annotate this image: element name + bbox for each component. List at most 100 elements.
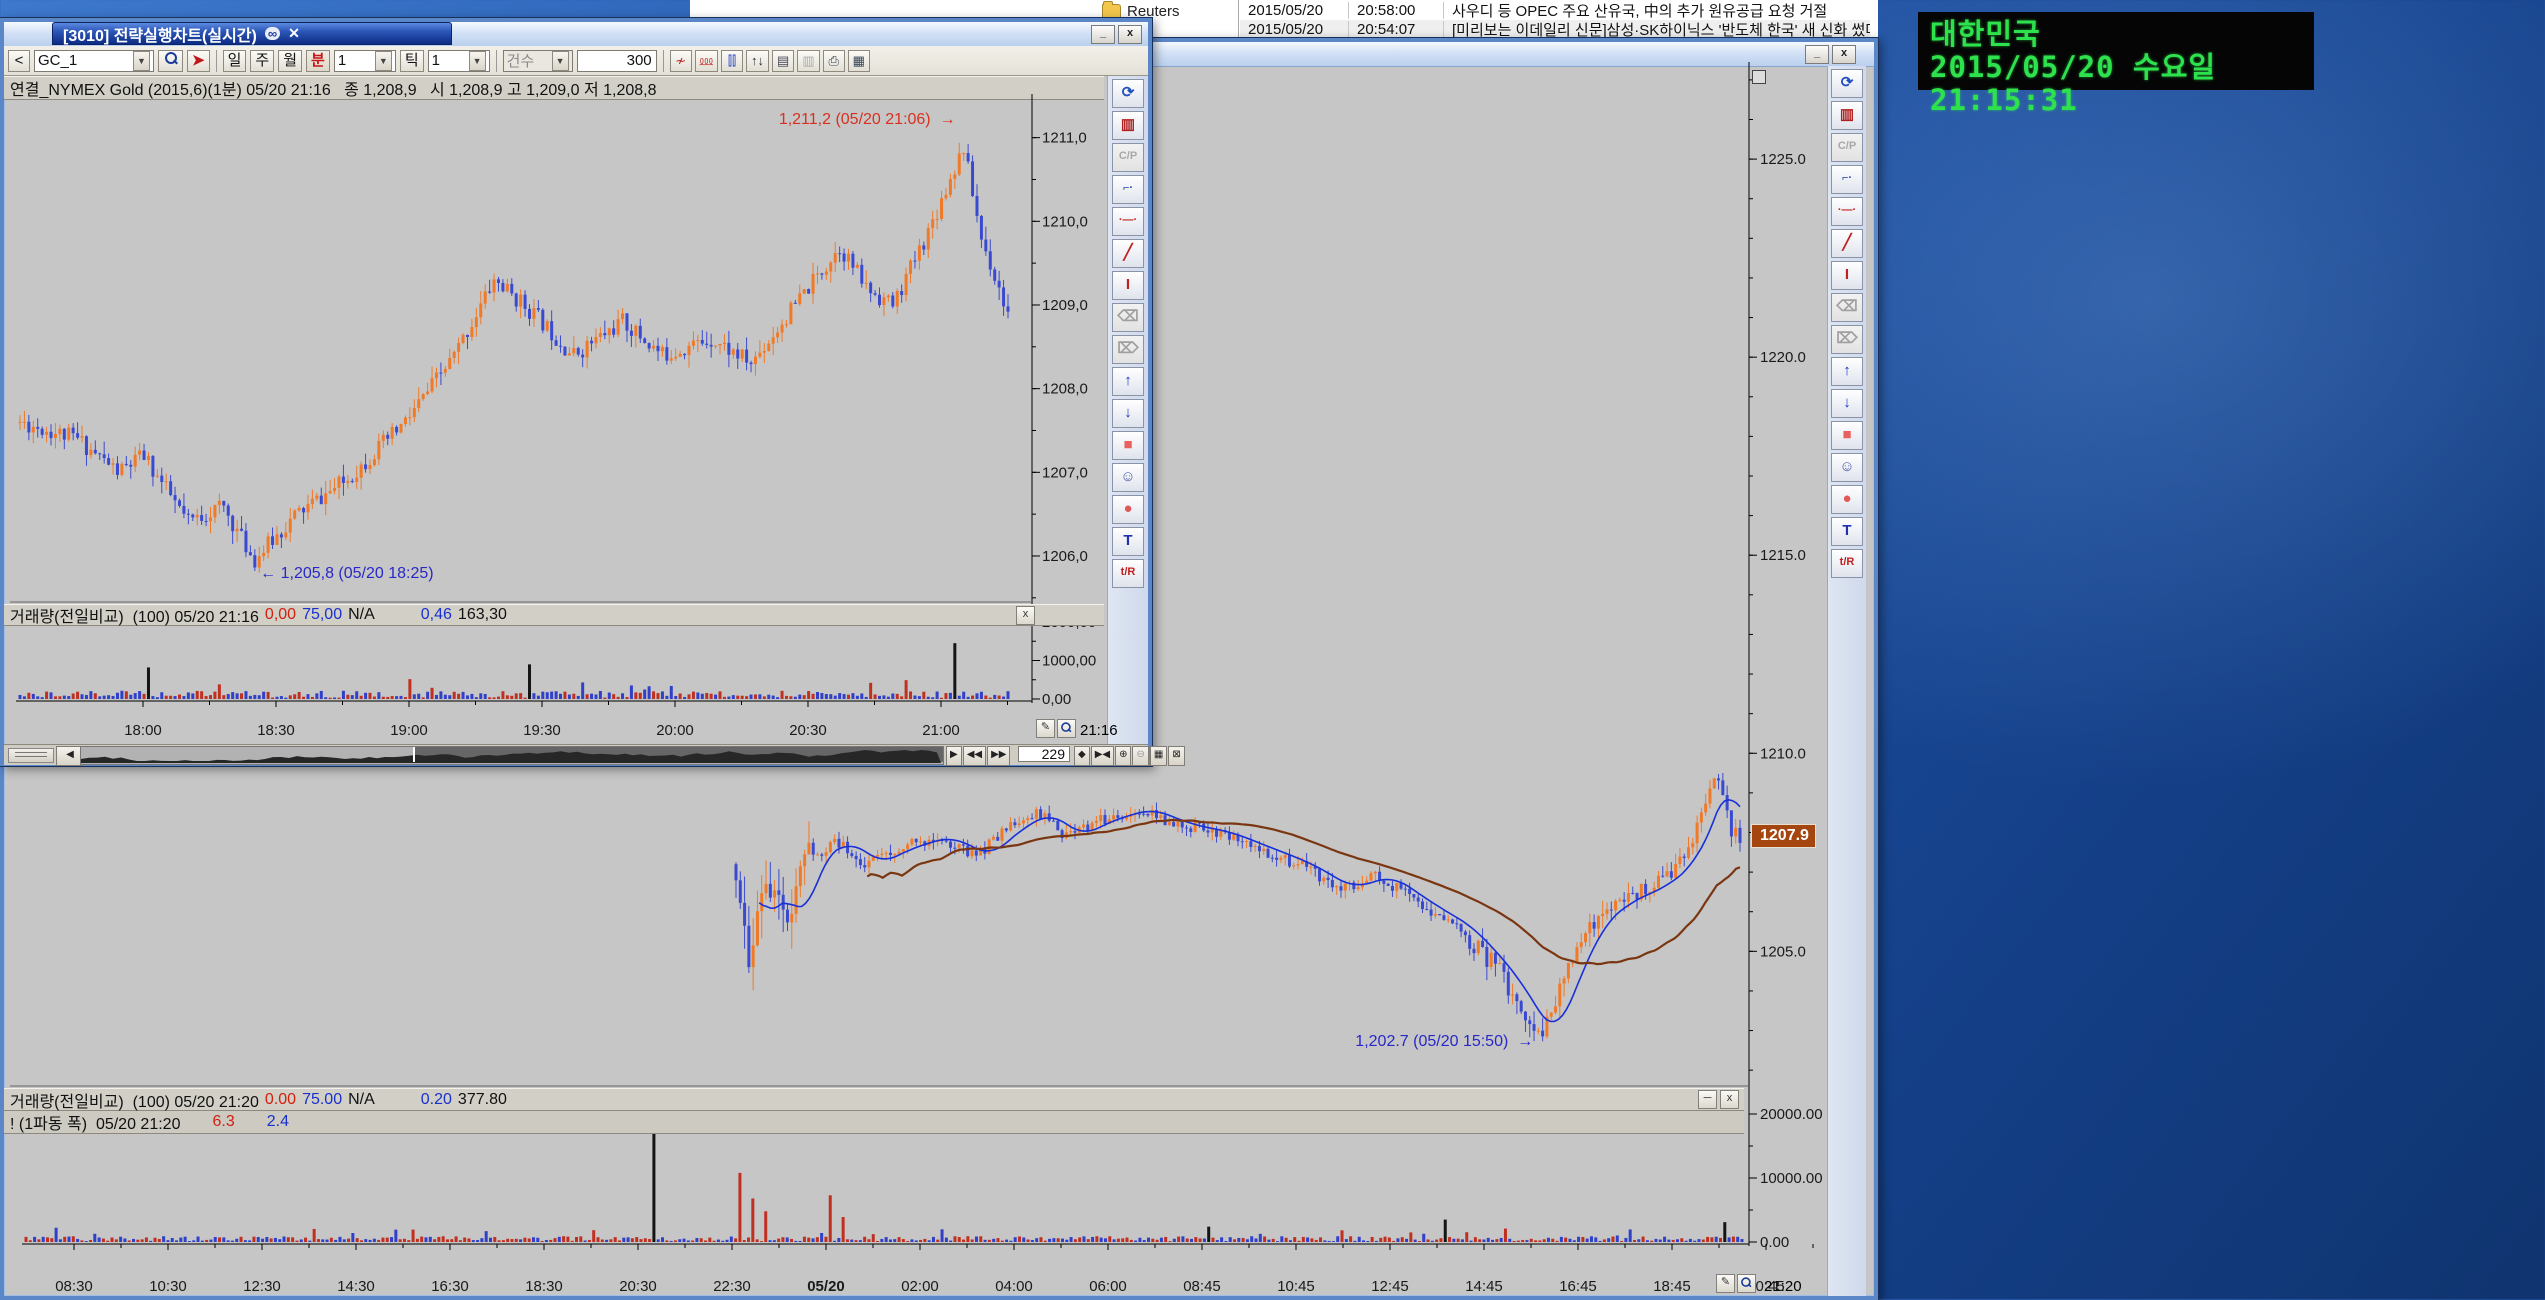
volume-ratio: 0,46 [421, 606, 452, 624]
news-row[interactable]: 2015/05/20 20:54:07 [미리보는 이데일리 신문]삼성·SK하… [1240, 20, 1870, 39]
pane-minimize-button[interactable]: ─ [1698, 1090, 1717, 1109]
time-tick-label: 04:00 [979, 1278, 1049, 1295]
chart-scrollbar-row: ◀ ▶◀◀▶▶ ◆▶◀⊕⊖▦⊠ [4, 744, 1148, 765]
time-tick-label: 22:30 [697, 1278, 767, 1295]
news-row[interactable]: 2015/05/20 20:58:00 사우디 등 OPEC 주요 산유국, 中… [1240, 1, 1870, 20]
time-tick-label: 12:45 [1355, 1278, 1425, 1295]
time-tick-label: 12:30 [227, 1278, 297, 1295]
back-wave-header: ! (1파동 폭) 05/20 21:20 6.3 2.4 [4, 1111, 1744, 1134]
back-volume-header: 거래량(전일비교) (100) 05/20 21:20 0.00 75.00 N… [4, 1088, 1744, 1111]
low-price-annotation: 1,202.7 (05/20 15:50) → [1355, 1033, 1533, 1051]
high-price-annotation: 1,211,2 (05/20 21:06) → [779, 111, 956, 129]
volume-up-value: 75,00 [302, 606, 342, 624]
wave-blue-value: 2.4 [267, 1113, 289, 1131]
back-axis-tools: ✎ [1716, 1274, 1756, 1293]
front-chart-window: [3010] 전략실행차트(실시간) ∞ ✕ _ x < GC_1▼ ➤ 일 주… [0, 18, 1152, 766]
news-date: 2015/05/20 [1240, 2, 1349, 19]
front-axis-tools: ✎ [1036, 719, 1076, 738]
jump-end-button[interactable]: ▶▶ [987, 746, 1010, 766]
time-tick-label: 10:30 [133, 1278, 203, 1295]
svg-text:1225.0: 1225.0 [1760, 151, 1806, 168]
time-tick-label: 14:30 [321, 1278, 391, 1295]
svg-text:1205.0: 1205.0 [1760, 943, 1806, 960]
step-right-button[interactable]: ▶ [946, 746, 962, 766]
time-tick-label: 16:30 [415, 1278, 485, 1295]
collapse-button[interactable]: ▶◀ [1091, 746, 1114, 766]
time-tick-label: 21:00 [906, 722, 976, 739]
grid-toggle-button[interactable]: ▦ [1150, 746, 1167, 766]
time-tick-label: 08:45 [1167, 1278, 1237, 1295]
volume-ratio: 0.20 [421, 1091, 452, 1109]
pencil-icon[interactable]: ✎ [1716, 1274, 1735, 1293]
minimap-thumb[interactable] [413, 747, 943, 762]
volume-pane-close-button[interactable]: x [1016, 606, 1035, 625]
news-headline: 사우디 등 OPEC 주요 산유국, 中의 추가 원유공급 요청 거절 [1444, 0, 1870, 21]
news-date: 2015/05/20 [1240, 21, 1349, 38]
pencil-icon[interactable]: ✎ [1036, 719, 1055, 738]
folder-icon [1102, 4, 1121, 19]
back-volume-pane-controls: ─ x [1698, 1090, 1739, 1109]
svg-text:1207,0: 1207,0 [1042, 464, 1088, 481]
front-end-time: 21:16 [1080, 722, 1118, 739]
svg-text:20000.00: 20000.00 [1760, 1106, 1823, 1123]
front-chart-plot[interactable]: 1211,01210,01209,01208,01207,01206,02000… [4, 22, 1148, 762]
news-divider [1238, 0, 1239, 40]
time-tick-label: 18:30 [509, 1278, 579, 1295]
volume-na: N/A [348, 1091, 375, 1109]
desktop-clock-widget: 대한민국 2015/05/20 수요일 21:15:31 [1918, 12, 2314, 90]
wave-red-value: 6.3 [212, 1113, 234, 1131]
front-volume-header: 거래량(전일비교) (100) 05/20 21:16 0,00 75,00 N… [4, 604, 1104, 626]
magnifier-icon[interactable] [1737, 1274, 1756, 1293]
diamond-button[interactable]: ◆ [1074, 746, 1090, 766]
svg-text:0,00: 0,00 [1042, 691, 1071, 708]
svg-text:0.00: 0.00 [1760, 1234, 1789, 1251]
svg-text:1209,0: 1209,0 [1042, 297, 1088, 314]
time-tick-label: 10:45 [1261, 1278, 1331, 1295]
visible-bar-count-input[interactable] [1018, 746, 1070, 762]
volume-label: 거래량(전일비교) (100) 05/20 21:16 [10, 603, 259, 627]
time-tick-label: 02:00 [885, 1278, 955, 1295]
pane-close-button[interactable]: x [1720, 1090, 1739, 1109]
svg-text:1206,0: 1206,0 [1042, 548, 1088, 565]
jump-start-button[interactable]: ◀◀ [963, 746, 986, 766]
svg-text:1215.0: 1215.0 [1760, 547, 1806, 564]
svg-text:1210.0: 1210.0 [1760, 745, 1806, 762]
svg-text:1211,0: 1211,0 [1042, 130, 1087, 147]
desktop: { "desktop": { "clock": {"line1": "대한민국"… [0, 0, 2545, 1299]
pane-maximize-box[interactable] [1752, 70, 1766, 84]
volume-label: 거래량(전일비교) (100) 05/20 21:20 [10, 1088, 259, 1112]
time-tick-label: 06:00 [1073, 1278, 1143, 1295]
wave-label: ! (1파동 폭) 05/20 21:20 [10, 1110, 180, 1134]
front-time-axis: 18:0018:3019:0019:3020:0020:3021:00 [4, 722, 1034, 742]
news-headline: [미리보는 이데일리 신문]삼성·SK하이닉스 '반도체 한국' 새 신화 썼다 [1444, 19, 1870, 40]
low-price-annotation: ← 1,205,8 (05/20 18:25) [260, 565, 433, 583]
time-tick-label: 18:00 [108, 722, 178, 739]
volume-down-value: 0,00 [265, 606, 296, 624]
splitter-grip[interactable] [8, 748, 54, 763]
svg-text:1210,0: 1210,0 [1042, 213, 1088, 230]
time-tick-label: 20:30 [603, 1278, 673, 1295]
nav-buttons: ▶◀◀▶▶ [946, 746, 1010, 766]
volume-value: 377.80 [458, 1091, 507, 1109]
magnifier-icon[interactable] [1057, 719, 1076, 738]
time-tick-label: 19:00 [374, 722, 444, 739]
back-time-axis: 08:3010:3012:3014:3016:3018:3020:3022:30… [4, 1278, 1754, 1300]
close-pane-button[interactable]: ⊠ [1168, 746, 1184, 766]
volume-value: 163,30 [458, 606, 507, 624]
zoom-out-button[interactable]: ⊖ [1132, 746, 1148, 766]
clock-datetime: 2015/05/20 수요일 21:15:31 [1930, 51, 2302, 117]
time-tick-label: 05/20 [791, 1278, 861, 1295]
news-time: 20:54:07 [1349, 21, 1444, 38]
time-tick-label: 18:45 [1637, 1278, 1707, 1295]
time-tick-label: 16:45 [1543, 1278, 1613, 1295]
time-tick-label: 19:30 [507, 722, 577, 739]
svg-text:1000,00: 1000,00 [1042, 653, 1096, 670]
volume-na: N/A [348, 606, 375, 624]
back-end-time: 21:20 [1764, 1278, 1802, 1295]
time-tick-label: 14:45 [1449, 1278, 1519, 1295]
last-price-tag: 1207.9 [1751, 824, 1816, 848]
nav-glyph-buttons: ◆▶◀⊕⊖▦⊠ [1074, 746, 1185, 766]
minimap-track[interactable] [80, 746, 944, 765]
svg-text:1208,0: 1208,0 [1042, 381, 1088, 398]
zoom-in-button[interactable]: ⊕ [1115, 746, 1131, 766]
